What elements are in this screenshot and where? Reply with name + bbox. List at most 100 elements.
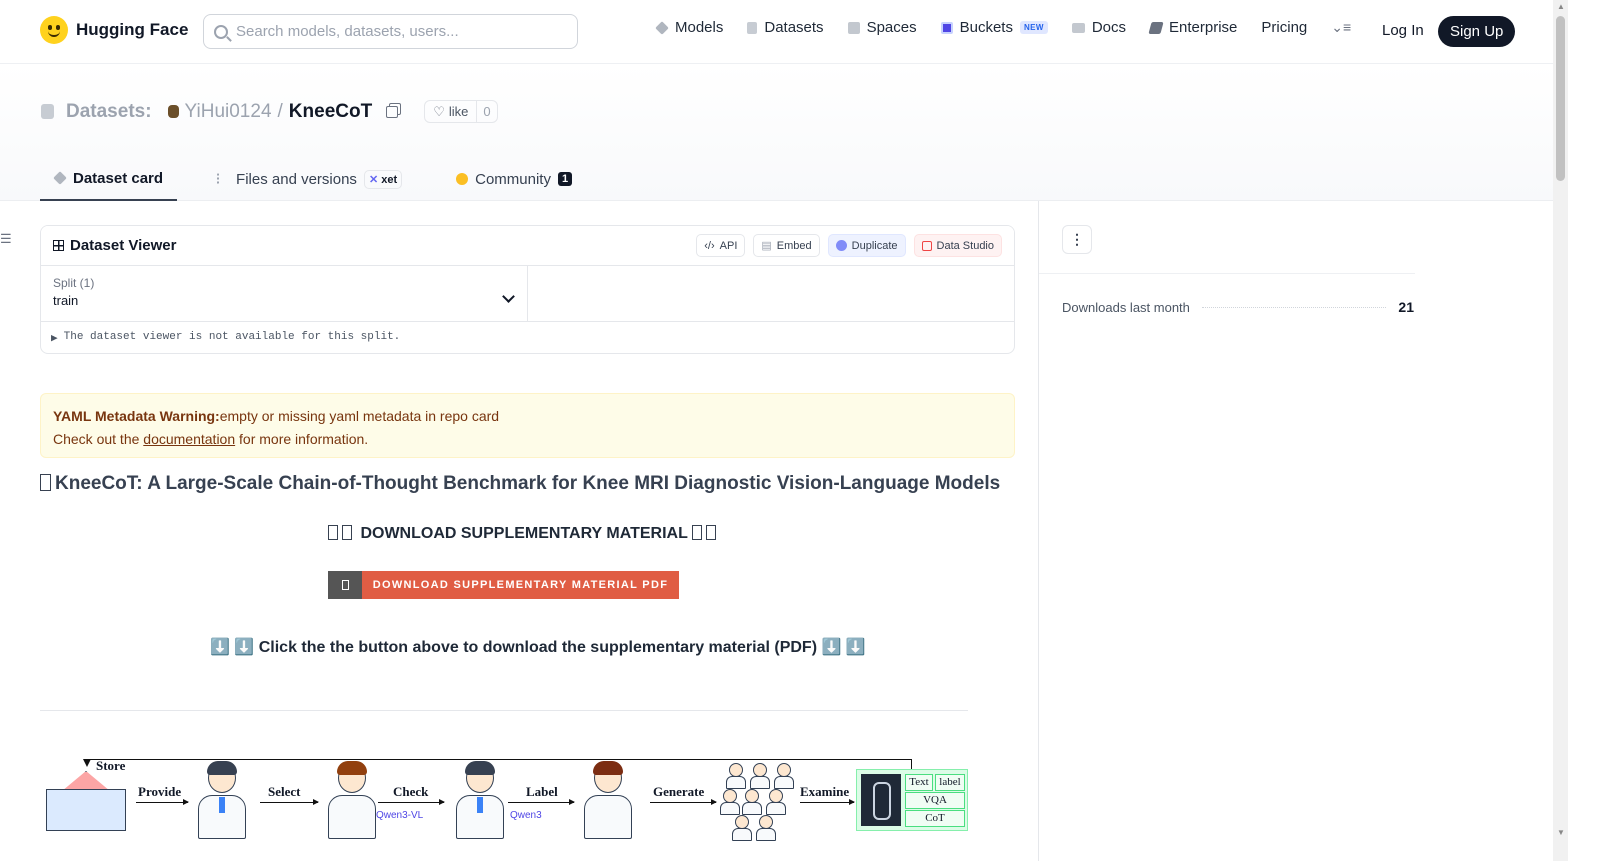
table-icon xyxy=(53,240,64,251)
bucket-icon xyxy=(940,21,953,34)
knee-mri-image xyxy=(861,774,901,826)
book-icon xyxy=(1071,22,1085,33)
store-loop-line xyxy=(86,759,912,760)
tab-dataset-card[interactable]: Dataset card xyxy=(40,157,178,201)
badge-text: DOWNLOAD SUPPLEMENTARY MATERIAL PDF xyxy=(362,571,679,599)
qwen3-label: Qwen3 xyxy=(510,810,542,821)
split-select[interactable]: Split (1) train xyxy=(41,266,528,321)
doctors-group-icon xyxy=(720,763,800,841)
signup-button[interactable]: Sign Up xyxy=(1438,16,1516,47)
divider xyxy=(40,710,968,711)
search-input[interactable] xyxy=(236,23,556,40)
sidebar-toggle-icon[interactable]: ☰ xyxy=(0,231,12,247)
scroll-down-arrow-icon[interactable]: ▼ xyxy=(1557,828,1565,837)
split-value: train xyxy=(53,293,79,308)
cube-icon xyxy=(53,171,67,185)
warning-line2-suffix: for more information. xyxy=(239,431,369,447)
result-cot: CoT xyxy=(905,810,965,827)
nav-buckets[interactable]: Buckets NEW xyxy=(940,19,1048,36)
nav-buckets-label: Buckets xyxy=(959,19,1013,36)
xet-icon: ✕ xyxy=(368,173,379,186)
viewer-error-text: The dataset viewer is not available for … xyxy=(63,331,401,343)
nav-enterprise[interactable]: Enterprise xyxy=(1148,19,1238,36)
copy-icon[interactable] xyxy=(386,105,399,118)
documentation-link[interactable]: documentation xyxy=(143,431,235,447)
search-box[interactable] xyxy=(203,14,578,49)
download-supplementary-badge[interactable]: DOWNLOAD SUPPLEMENTARY MATERIAL PDF xyxy=(328,571,679,599)
result-label: label xyxy=(935,774,965,791)
knee-mri-result-icon: Text label VQA CoT xyxy=(856,769,968,831)
enterprise-icon xyxy=(1148,21,1164,34)
arrow-icon xyxy=(650,799,717,805)
brand-name: Hugging Face xyxy=(76,20,189,39)
top-navbar: Hugging Face Models Datasets Spaces Buck… xyxy=(0,0,1553,64)
embed-button-label: Embed xyxy=(776,239,812,252)
embed-button[interactable]: ▤ Embed xyxy=(753,234,820,257)
emoji-placeholder-icon xyxy=(341,580,349,590)
owner-avatar xyxy=(167,105,179,118)
vertical-scrollbar[interactable]: ▲ ▼ xyxy=(1553,0,1568,861)
api-button[interactable]: ‹/› API xyxy=(696,234,746,257)
download-heading: DOWNLOAD SUPPLEMENTARY MATERIAL xyxy=(328,525,720,543)
viewer-error-details[interactable]: ▶ The dataset viewer is not available fo… xyxy=(41,322,1014,353)
step-check: Check xyxy=(393,784,429,799)
nav-datasets-label: Datasets xyxy=(764,19,824,36)
result-text: Text xyxy=(905,774,933,791)
database-icon xyxy=(41,104,54,119)
viewer-title-text: Dataset Viewer xyxy=(70,237,177,254)
nav-docs[interactable]: Docs xyxy=(1071,19,1126,36)
like-main[interactable]: ♡ like xyxy=(425,101,476,122)
section-label[interactable]: Datasets: xyxy=(66,101,152,123)
triangle-right-icon: ▶ xyxy=(51,333,58,345)
breadcrumb: Datasets: YiHui0124 / KneeCoT ♡ like 0 xyxy=(41,100,498,123)
nav-models[interactable]: Models xyxy=(655,19,723,36)
data-studio-button[interactable]: Data Studio xyxy=(913,234,1002,257)
repo-header: Datasets: YiHui0124 / KneeCoT ♡ like 0 Da… xyxy=(0,64,1553,201)
data-studio-icon xyxy=(921,240,932,251)
community-icon xyxy=(456,173,469,185)
viewer-title: Dataset Viewer xyxy=(53,237,176,254)
nav-spaces[interactable]: Spaces xyxy=(847,19,917,36)
database-icon xyxy=(747,21,758,34)
emoji-placeholder-icon xyxy=(328,525,338,540)
doctor-tablet-icon xyxy=(452,761,508,841)
downloads-value: 21 xyxy=(1398,299,1414,315)
tab-label: Dataset card xyxy=(73,169,164,187)
scroll-thumb[interactable] xyxy=(1556,16,1565,181)
repo-name[interactable]: KneeCoT xyxy=(289,101,372,123)
card-heading-text: KneeCoT: A Large-Scale Chain-of-Thought … xyxy=(55,473,1001,494)
brand-logo[interactable]: Hugging Face xyxy=(40,16,188,44)
xet-badge: ✕ xet xyxy=(363,169,403,189)
downloads-label: Downloads last month xyxy=(1062,299,1190,315)
embed-icon: ▤ xyxy=(761,240,772,252)
step-select: Select xyxy=(268,784,301,799)
tab-label: Community xyxy=(475,170,551,188)
grid-icon xyxy=(847,21,860,34)
nav-pricing[interactable]: Pricing xyxy=(1261,19,1307,36)
main-nav: Models Datasets Spaces Buckets NEW Docs … xyxy=(655,19,1351,36)
like-button[interactable]: ♡ like 0 xyxy=(424,100,498,123)
click-note: ⬇️ ⬇️ Click the the button above to down… xyxy=(210,639,866,656)
nav-enterprise-label: Enterprise xyxy=(1169,19,1238,36)
warning-message: empty or missing yaml metadata in repo c… xyxy=(219,408,500,424)
tab-community[interactable]: Community 1 xyxy=(442,157,586,201)
duplicate-button[interactable]: Duplicate xyxy=(827,234,906,257)
kebab-menu-icon[interactable]: ⋮ xyxy=(1062,225,1092,254)
result-vqa: VQA xyxy=(905,792,965,809)
like-count: 0 xyxy=(476,101,496,122)
api-button-label: API xyxy=(719,239,738,252)
owner-link[interactable]: YiHui0124 xyxy=(185,101,272,123)
code-icon: ‹/› xyxy=(704,239,715,252)
arrow-icon xyxy=(136,799,189,805)
tab-files-and-versions[interactable]: Files and versions ✕ xet xyxy=(203,157,416,201)
nav-datasets[interactable]: Datasets xyxy=(747,19,824,36)
login-link[interactable]: Log In xyxy=(1382,22,1424,39)
warning-title: YAML Metadata Warning: xyxy=(53,408,220,424)
duplicate-icon xyxy=(835,240,847,251)
scroll-up-arrow-icon[interactable]: ▲ xyxy=(1557,2,1565,11)
step-generate: Generate xyxy=(653,784,705,799)
emoji-placeholder-icon xyxy=(706,525,717,540)
hugging-face-logo-icon xyxy=(40,16,68,44)
more-menu-icon[interactable]: ⌄≡ xyxy=(1331,19,1351,36)
store-arrow-icon xyxy=(83,759,91,767)
